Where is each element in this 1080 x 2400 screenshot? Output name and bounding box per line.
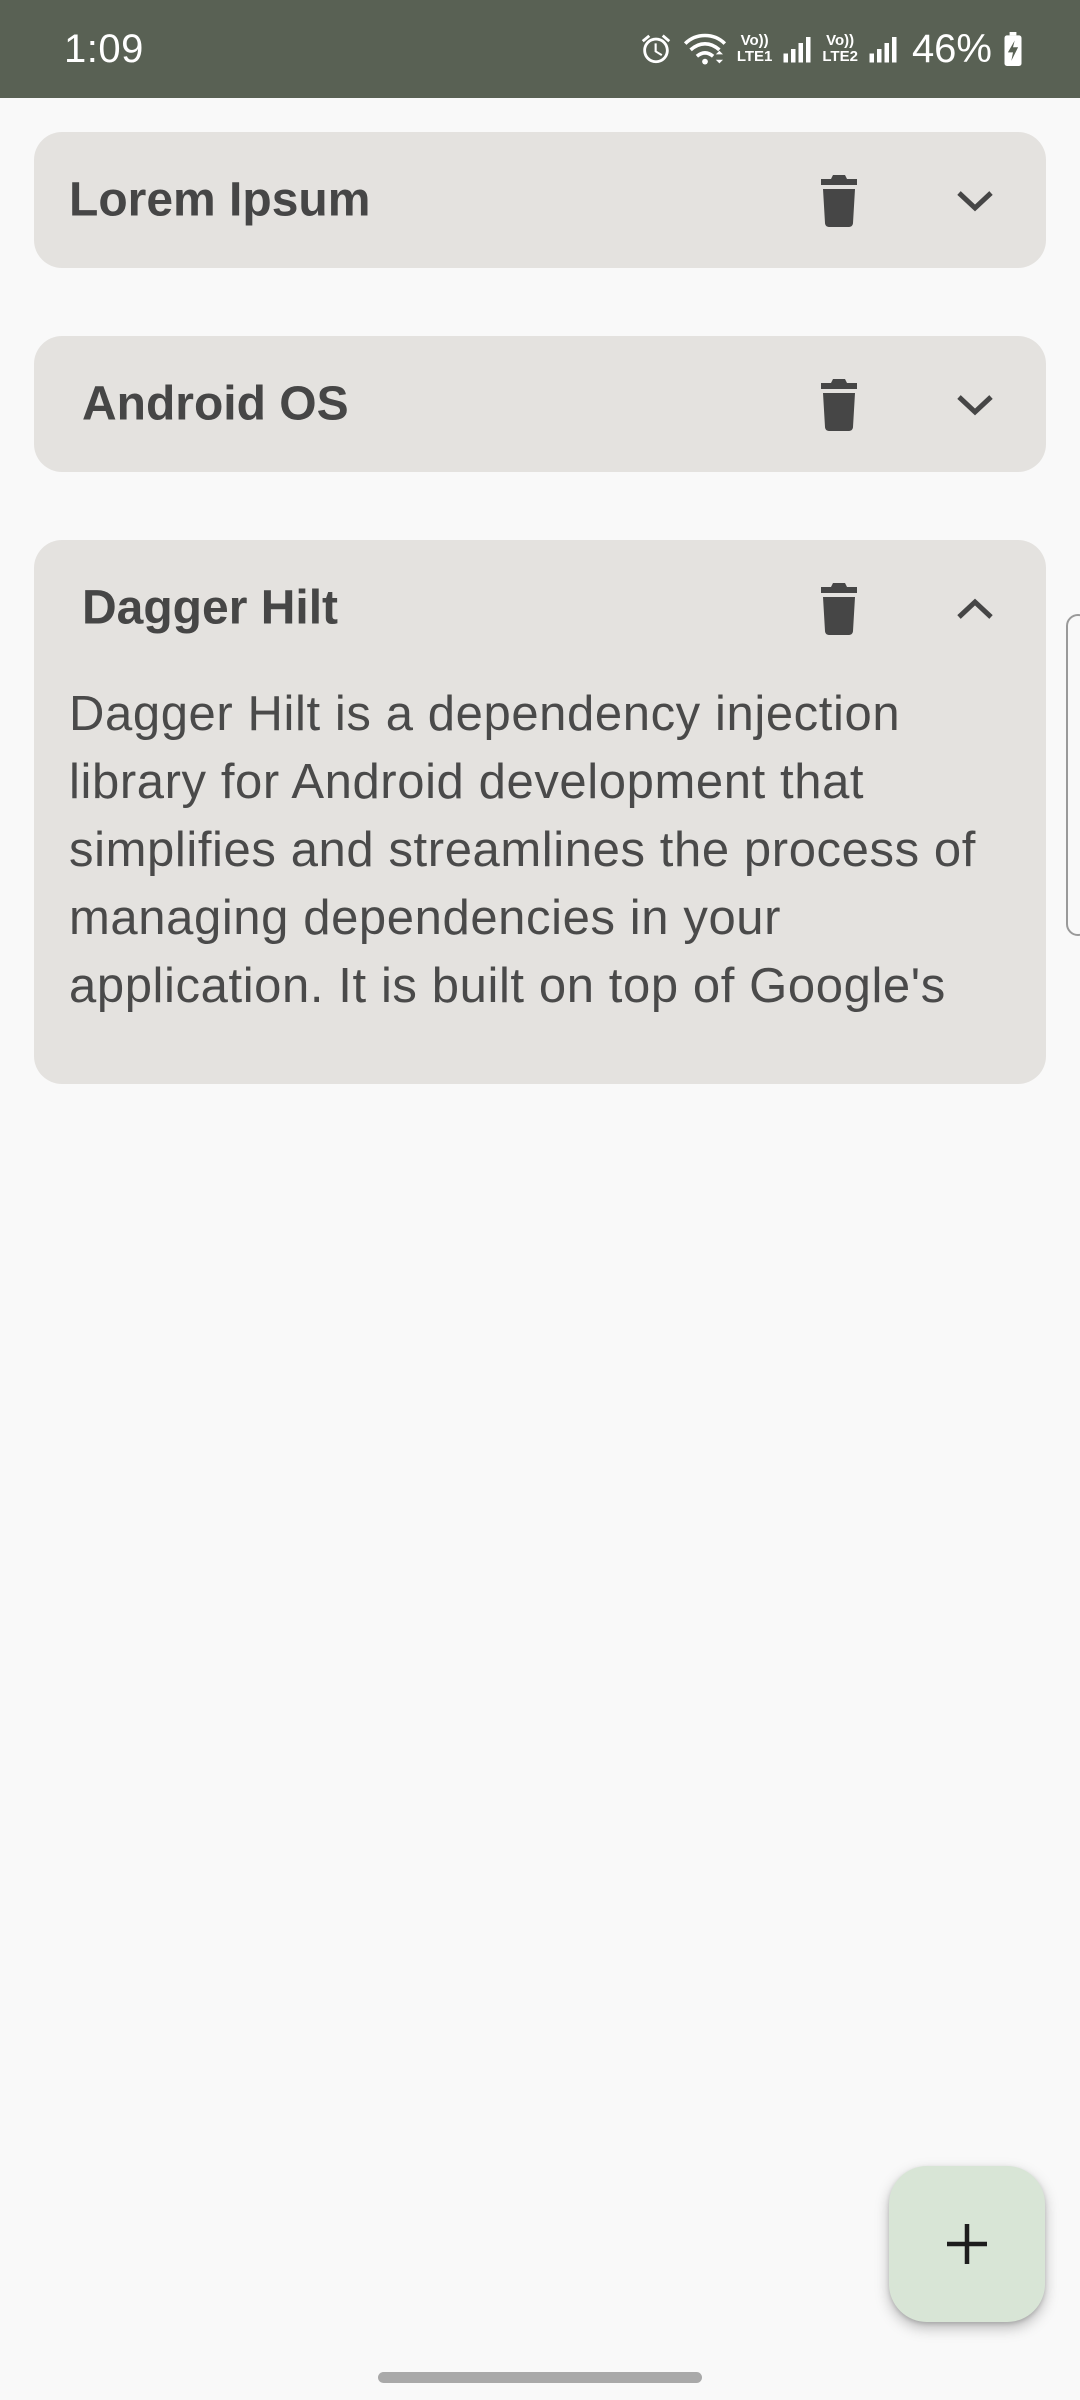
gesture-nav-bar[interactable] xyxy=(378,2372,702,2383)
note-title: Android OS xyxy=(82,377,349,431)
sim2-network-label: Vo)) LTE2 xyxy=(822,32,858,65)
note-body: Dagger Hilt is a dependency injection li… xyxy=(69,687,976,1013)
note-card-header[interactable]: Dagger Hilt xyxy=(34,540,1046,676)
note-title: Dagger Hilt xyxy=(82,581,339,635)
note-card-header[interactable]: Android OS xyxy=(34,336,1046,472)
collapse-note-button[interactable] xyxy=(944,578,1006,640)
chevron-down-icon xyxy=(957,395,993,416)
notes-screen: 1:09 Vo)) LTE1 Vo)) LTE2 46% Lorem Ipsum… xyxy=(0,0,1080,2400)
add-note-button[interactable] xyxy=(889,2166,1045,2322)
expand-note-button[interactable] xyxy=(944,374,1006,436)
battery-charging-icon xyxy=(1002,32,1024,66)
note-card-expanded[interactable]: Dagger Hilt Dagger Hilt is a dependency … xyxy=(34,540,1046,1084)
chevron-down-icon xyxy=(957,191,993,212)
status-icons: Vo)) LTE1 Vo)) LTE2 46% xyxy=(639,27,1024,72)
plus-icon xyxy=(947,2224,987,2264)
note-card-header[interactable]: Lorem Ipsum xyxy=(34,132,1046,268)
trash-icon xyxy=(821,175,857,227)
note-title: Lorem Ipsum xyxy=(69,173,371,227)
scroll-indicator[interactable] xyxy=(1066,614,1080,936)
note-card[interactable]: Lorem Ipsum xyxy=(34,132,1046,268)
sim1-network-label: Vo)) LTE1 xyxy=(736,32,773,65)
chevron-up-icon xyxy=(957,598,993,619)
trash-icon xyxy=(821,379,857,431)
delete-note-button[interactable] xyxy=(808,578,870,640)
expand-note-button[interactable] xyxy=(944,170,1006,232)
status-time: 1:09 xyxy=(64,26,144,71)
alarm-icon xyxy=(639,32,673,66)
battery-percent: 46% xyxy=(911,26,992,71)
delete-note-button[interactable] xyxy=(808,374,870,436)
note-card[interactable]: Android OS xyxy=(34,336,1046,472)
delete-note-button[interactable] xyxy=(808,170,870,232)
signal-icon xyxy=(782,34,812,64)
wifi-icon xyxy=(683,31,727,67)
trash-icon xyxy=(821,583,857,635)
status-bar: 1:09 Vo)) LTE1 Vo)) LTE2 46% xyxy=(0,0,1080,98)
signal-icon xyxy=(868,34,898,64)
